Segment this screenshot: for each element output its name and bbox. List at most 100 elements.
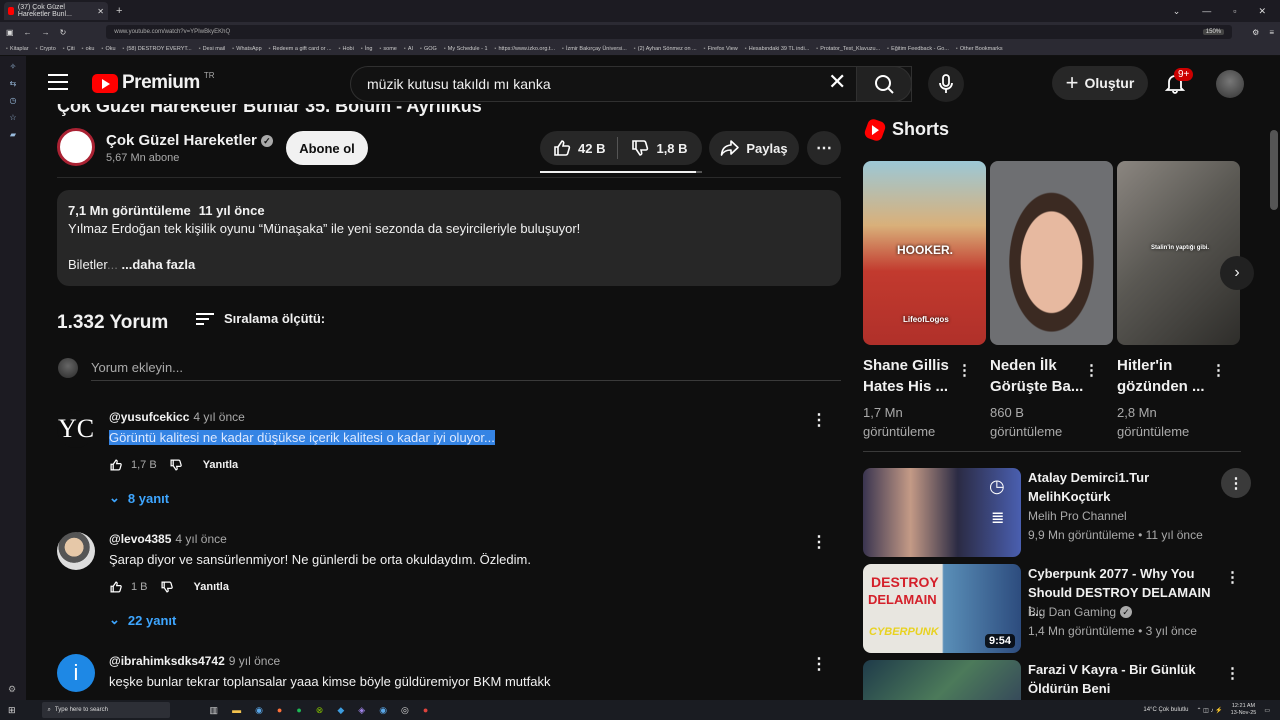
search-button[interactable]: [856, 66, 912, 102]
xbox-icon[interactable]: ⊗: [316, 705, 324, 716]
video-menu-icon[interactable]: ⋮: [1225, 664, 1240, 682]
video-thumbnail[interactable]: ◷ ≣: [863, 468, 1021, 557]
short-menu-icon[interactable]: ⋮: [1211, 361, 1226, 379]
show-replies-button[interactable]: ⌄ 22 yanıt: [109, 612, 176, 628]
comment-menu-icon[interactable]: ⋮: [811, 410, 827, 430]
short-thumbnail[interactable]: Stalin'in yaptığı gibi.: [1117, 161, 1240, 345]
subscribe-button[interactable]: Abone ol: [286, 131, 368, 165]
short-title[interactable]: Hitler'in gözünden ...: [1117, 355, 1217, 397]
video-menu-icon[interactable]: ⋮: [1221, 468, 1251, 498]
thumbs-down-icon[interactable]: [160, 580, 174, 594]
create-button[interactable]: + Oluştur: [1052, 66, 1148, 100]
bookmark[interactable]: Oku: [102, 46, 115, 52]
steam-icon[interactable]: ◉: [379, 705, 387, 716]
tray-icons[interactable]: ⌃ ◫ ♪ ⚡: [1196, 707, 1222, 714]
video-menu-icon[interactable]: ⋮: [1225, 568, 1240, 586]
bookmark[interactable]: Desi mail: [199, 46, 226, 52]
youtube-premium-logo[interactable]: Premium TR: [92, 71, 214, 94]
ai-chat-icon[interactable]: ✧: [10, 62, 17, 71]
short-thumbnail[interactable]: [990, 161, 1113, 345]
bookmark[interactable]: Eğitim Feedback - Go...: [887, 46, 949, 52]
reload-icon[interactable]: ↻: [60, 28, 67, 37]
close-window-icon[interactable]: ✕: [1258, 6, 1266, 17]
short-menu-icon[interactable]: ⋮: [957, 361, 972, 379]
more-actions-button[interactable]: ⋯: [807, 131, 841, 165]
menu-icon[interactable]: ≡: [1269, 28, 1274, 37]
comment-menu-icon[interactable]: ⋮: [811, 532, 827, 552]
bookmark[interactable]: Hesabındaki 39 TL indi...: [745, 46, 810, 52]
add-comment-input[interactable]: Yorum ekleyin...: [91, 360, 183, 375]
app-icon[interactable]: ●: [423, 705, 428, 716]
video-thumbnail[interactable]: DESTROY DELAMAIN CYBERPUNK 9:54: [863, 564, 1021, 653]
comment-author[interactable]: @levo4385: [109, 532, 171, 546]
add-to-queue-icon[interactable]: ≣: [991, 508, 1004, 528]
firefox-icon[interactable]: ●: [277, 705, 282, 716]
bookmark[interactable]: WhatsApp: [232, 46, 261, 52]
history-icon[interactable]: ◷: [10, 96, 17, 105]
sidebar-toggle-icon[interactable]: ▣: [6, 28, 14, 37]
windows-start-icon[interactable]: ⊞: [8, 705, 16, 716]
bookmark[interactable]: My Schedule - 1: [444, 46, 488, 52]
recommended-video[interactable]: DESTROY DELAMAIN CYBERPUNK 9:54 Cyberpun…: [863, 564, 1241, 654]
channel-avatar[interactable]: [57, 128, 95, 166]
notifications-icon[interactable]: ▭: [1264, 707, 1270, 714]
steam-icon[interactable]: ◉: [255, 705, 263, 716]
recommended-video[interactable]: Farazi V Kayra - Bir Günlük Öldürün Beni…: [863, 660, 1241, 700]
bookmark[interactable]: Redeem a gift card or ...: [269, 46, 332, 52]
thumbs-up-icon[interactable]: [109, 458, 123, 472]
bookmark[interactable]: (58) DESTROY EVERYT...: [123, 46, 192, 52]
comment-author[interactable]: @yusufcekicc: [109, 410, 189, 424]
share-button[interactable]: Paylaş: [709, 131, 799, 165]
maximize-icon[interactable]: ▫: [1233, 6, 1236, 17]
bookmark[interactable]: Kitaplar: [6, 46, 29, 52]
short-card[interactable]: Stalin'in yaptığı gibi. Hitler'in gözünd…: [1117, 161, 1240, 441]
dislike-button[interactable]: 1,8 B: [618, 131, 699, 165]
sidebar-settings-icon[interactable]: ⚙: [8, 684, 16, 695]
short-menu-icon[interactable]: ⋮: [1084, 361, 1099, 379]
minimize-icon[interactable]: —: [1202, 6, 1211, 17]
account-avatar[interactable]: [1216, 70, 1244, 98]
video-channel[interactable]: Melih Pro Channel: [1028, 509, 1127, 523]
bookmark[interactable]: AI: [404, 46, 413, 52]
extensions-icon[interactable]: ⚙: [1252, 28, 1259, 37]
task-view-icon[interactable]: ▥: [210, 705, 219, 716]
hamburger-menu-icon[interactable]: [48, 74, 68, 90]
recommended-video[interactable]: ◷ ≣ Atalay Demirci1.Tur MelihKoçtürk Mel…: [863, 468, 1251, 558]
clear-search-icon[interactable]: ✕: [828, 71, 846, 93]
file-explorer-icon[interactable]: ▬: [232, 705, 241, 716]
url-bar[interactable]: www.youtube.com/watch?v=YPIwBkyEKhQ 150%: [106, 25, 1233, 39]
short-title[interactable]: Neden İlk Görüşte Ba...: [990, 355, 1090, 397]
taskbar-search[interactable]: ⌕ Type here to search: [41, 702, 170, 718]
weather-text[interactable]: 14°C Çok bulutlu: [1143, 707, 1188, 713]
app-icon[interactable]: ◈: [358, 705, 365, 716]
comment-menu-icon[interactable]: ⋮: [811, 654, 827, 674]
forward-icon[interactable]: →: [42, 28, 50, 37]
bookmarks-icon[interactable]: ☆: [9, 113, 16, 122]
bookmark[interactable]: GOG: [420, 46, 437, 52]
bookmark[interactable]: Çiti: [63, 46, 75, 52]
extension-icon[interactable]: ▰: [10, 130, 16, 139]
sync-icon[interactable]: ⇆: [10, 79, 17, 88]
bookmark[interactable]: Other Bookmarks: [956, 46, 1003, 52]
thumbs-down-icon[interactable]: [169, 458, 183, 472]
bookmark[interactable]: oku: [82, 46, 95, 52]
commenter-avatar[interactable]: [57, 532, 95, 570]
comment-time[interactable]: 4 yıl önce: [175, 532, 226, 546]
new-tab-icon[interactable]: +: [116, 5, 122, 17]
tab-close-icon[interactable]: ✕: [97, 7, 104, 16]
video-channel-wrap[interactable]: Big Dan Gaming ✓: [1028, 605, 1133, 619]
zoom-level[interactable]: 150%: [1202, 29, 1225, 35]
comment-author[interactable]: @ibrahimksdks4742: [109, 654, 225, 668]
shorts-next-button[interactable]: ›: [1220, 256, 1254, 290]
bookmark[interactable]: İzmir Bakırçay Üniversi...: [562, 46, 627, 52]
short-card[interactable]: HOOKER. LifeofLogos Shane Gillis Hates H…: [863, 161, 986, 441]
page-scrollbar[interactable]: [1270, 130, 1278, 210]
browser-tab[interactable]: (37) Çok Güzel Hareketler Bunl... ✕: [4, 2, 108, 20]
video-thumbnail[interactable]: [863, 660, 1021, 700]
sort-button[interactable]: Sıralama ölçütü:: [196, 311, 325, 326]
video-title[interactable]: Farazi V Kayra - Bir Günlük Öldürün Beni: [1028, 660, 1218, 698]
short-card[interactable]: Neden İlk Görüşte Ba... 860 B görüntülem…: [990, 161, 1113, 441]
spotify-icon[interactable]: ●: [296, 705, 301, 716]
back-icon[interactable]: ←: [24, 28, 32, 37]
comment-time[interactable]: 9 yıl önce: [229, 654, 280, 668]
